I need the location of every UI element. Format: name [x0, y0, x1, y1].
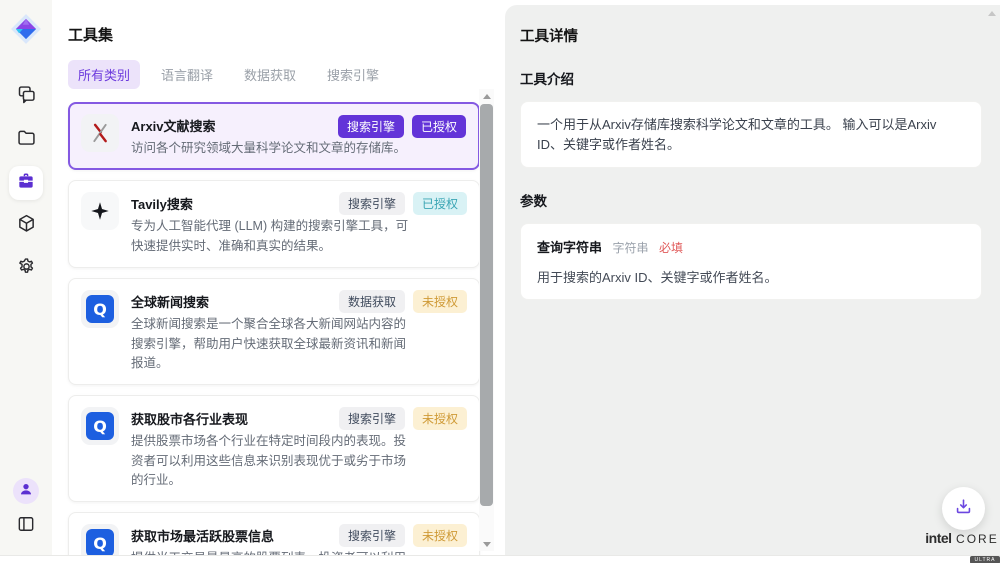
tool-description: 专为人工智能代理 (LLM) 构建的搜索引擎工具，可快速提供实时、准确和真实的结… [131, 217, 414, 256]
app-logo [9, 12, 43, 46]
juhe-data-icon: Q [81, 407, 119, 445]
tool-card-global-news[interactable]: Q 全球新闻搜索 全球新闻搜索是一个聚合全球各大新闻网站内容的搜索引擎，帮助用户… [68, 278, 480, 385]
cube-icon [16, 213, 37, 239]
list-scrollbar[interactable] [479, 89, 494, 551]
auth-status-badge: 已授权 [412, 115, 466, 138]
intel-brand-text: intel [925, 530, 951, 546]
tool-description: 提供股票市场各个行业在特定时间段内的表现。投资者可以利用这些信息来识别表现优于或… [131, 432, 414, 490]
arxiv-icon [81, 114, 119, 152]
intro-card: 一个用于从Arxiv存储库搜索科学论文和文章的工具。 输入可以是Arxiv ID… [520, 101, 982, 168]
ultra-badge: ULTRA [970, 556, 999, 563]
tool-details-panel: 工具详情 工具介绍 一个用于从Arxiv存储库搜索科学论文和文章的工具。 输入可… [505, 5, 1000, 555]
settings-icon [16, 256, 37, 282]
sidebar-item-chat[interactable] [9, 80, 43, 114]
category-badge: 搜索引擎 [339, 407, 405, 430]
category-badge: 数据获取 [339, 290, 405, 313]
tab-search-engine[interactable]: 搜索引擎 [317, 60, 389, 89]
sidebar-item-tools[interactable] [9, 166, 43, 200]
download-icon [954, 497, 973, 521]
juhe-data-icon: Q [81, 290, 119, 328]
core-brand-text: CORE [956, 532, 999, 546]
user-avatar-icon [18, 481, 34, 502]
page-title: 工具集 [68, 24, 479, 45]
tool-card-sector-performance[interactable]: Q 获取股市各行业表现 提供股票市场各个行业在特定时间段内的表现。投资者可以利用… [68, 395, 480, 502]
auth-status-badge: 未授权 [413, 407, 467, 430]
tool-description: 提供当天交易量最高的股票列表，投资者可以利用这些信息来识别流动性强的股票和潜在的… [131, 549, 414, 555]
intel-core-logo: intel CORE ULTRA [920, 530, 1000, 563]
tavily-star-icon [81, 192, 119, 230]
sidebar-item-files[interactable] [9, 123, 43, 157]
chat-icon [16, 84, 37, 110]
tab-language-translation[interactable]: 语言翻译 [151, 60, 223, 89]
details-scroll-up-icon[interactable] [988, 11, 996, 16]
params-heading: 参数 [520, 190, 982, 210]
param-type: 字符串 [612, 241, 648, 255]
details-title: 工具详情 [520, 25, 982, 46]
sidebar-nav [9, 80, 43, 286]
scroll-up-button[interactable] [479, 89, 494, 103]
param-description: 用于搜索的Arxiv ID、关键字或作者姓名。 [537, 267, 965, 286]
tool-list-panel: 工具集 所有类别 语言翻译 数据获取 搜索引擎 [52, 5, 505, 555]
tool-description: 全球新闻搜索是一个聚合全球各大新闻网站内容的搜索引擎，帮助用户快速获取全球最新资… [131, 315, 414, 373]
app-window: 工具集 所有类别 语言翻译 数据获取 搜索引擎 [0, 0, 1000, 556]
tool-list: Arxiv文献搜索 访问各个研究领域大量科学论文和文章的存储库。 搜索引擎 已授… [68, 102, 480, 555]
scroll-up-icon [483, 94, 491, 99]
collapse-panel-icon [16, 514, 36, 539]
intro-text: 一个用于从Arxiv存储库搜索科学论文和文章的工具。 输入可以是Arxiv ID… [537, 115, 965, 154]
scroll-down-icon [483, 542, 491, 547]
sidebar [0, 0, 52, 555]
user-avatar[interactable] [13, 478, 39, 504]
tool-card-arxiv[interactable]: Arxiv文献搜索 访问各个研究领域大量科学论文和文章的存储库。 搜索引擎 已授… [68, 102, 480, 170]
category-badge: 搜索引擎 [338, 115, 404, 138]
scrollbar-thumb[interactable] [480, 104, 493, 506]
intro-heading: 工具介绍 [520, 68, 982, 88]
tool-description: 访问各个研究领域大量科学论文和文章的存储库。 [131, 139, 406, 158]
folder-icon [16, 127, 37, 153]
scroll-down-button[interactable] [479, 537, 494, 551]
category-tabs: 所有类别 语言翻译 数据获取 搜索引擎 [68, 60, 479, 89]
category-badge: 搜索引擎 [339, 192, 405, 215]
auth-status-badge: 未授权 [413, 290, 467, 313]
auth-status-badge: 已授权 [413, 192, 467, 215]
toolbox-icon [16, 171, 36, 196]
download-button[interactable] [942, 487, 985, 530]
sidebar-item-models[interactable] [9, 209, 43, 243]
tool-card-active-stocks[interactable]: Q 获取市场最活跃股票信息 提供当天交易量最高的股票列表，投资者可以利用这些信息… [68, 512, 480, 555]
param-required-badge: 必填 [659, 241, 683, 255]
tool-card-tavily[interactable]: Tavily搜索 专为人工智能代理 (LLM) 构建的搜索引擎工具，可快速提供实… [68, 180, 480, 268]
auth-status-badge: 未授权 [413, 524, 467, 547]
category-badge: 搜索引擎 [339, 524, 405, 547]
sidebar-item-settings[interactable] [9, 252, 43, 286]
param-card: 查询字符串 字符串 必填 用于搜索的Arxiv ID、关键字或作者姓名。 [520, 223, 982, 300]
param-header: 查询字符串 字符串 必填 [537, 237, 965, 257]
param-name: 查询字符串 [537, 240, 602, 255]
tab-data-fetching[interactable]: 数据获取 [234, 60, 306, 89]
main-content: 工具集 所有类别 语言翻译 数据获取 搜索引擎 [52, 0, 1000, 555]
juhe-data-icon: Q [81, 524, 119, 555]
sidebar-bottom [13, 478, 39, 539]
tab-all-categories[interactable]: 所有类别 [68, 60, 140, 89]
collapse-sidebar-button[interactable] [13, 513, 39, 539]
